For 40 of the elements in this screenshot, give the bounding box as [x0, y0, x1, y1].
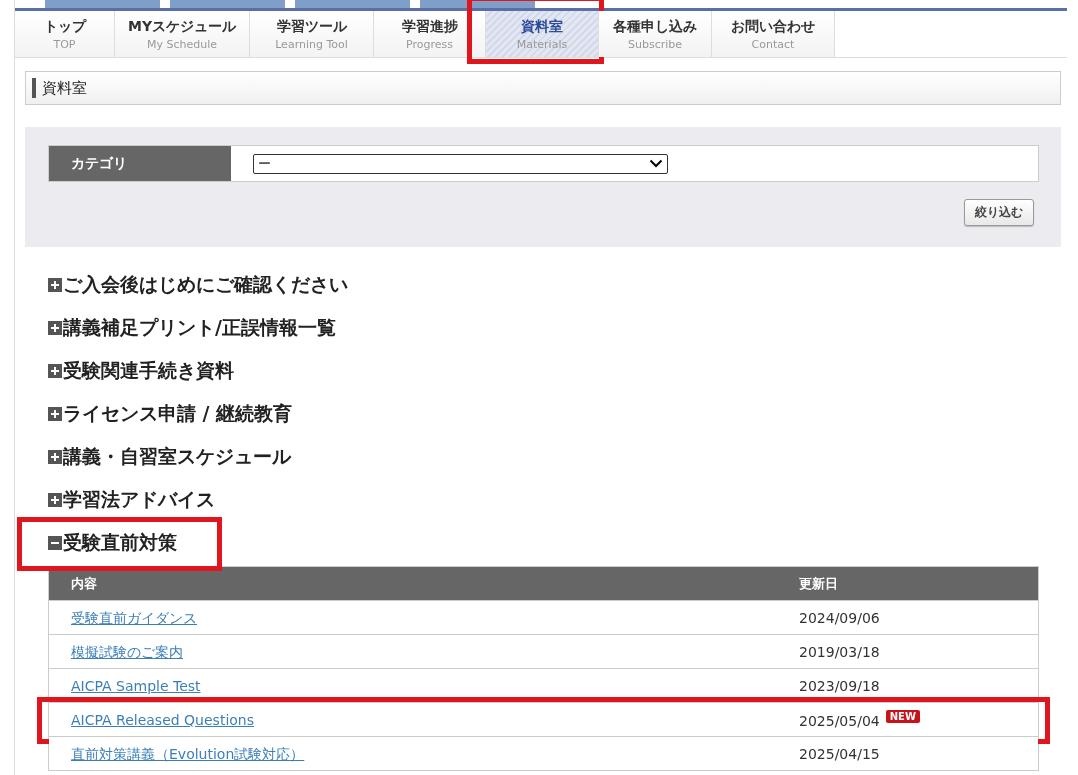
document-link[interactable]: AICPA Released Questions: [71, 712, 254, 728]
expand-icon[interactable]: [48, 492, 62, 507]
expand-icon[interactable]: [48, 320, 62, 335]
date-text: 2024/09/06: [799, 610, 880, 626]
column-header: 更新日: [799, 574, 839, 593]
filter-button[interactable]: 絞り込む: [964, 199, 1034, 226]
category-select[interactable]: ー: [253, 153, 668, 174]
section-heading[interactable]: 学習法アドバイス: [63, 486, 215, 513]
nav-tab[interactable]: 学習ツール Learning Tool: [250, 11, 374, 57]
section-heading[interactable]: 講義補足プリント/正誤情報一覧: [63, 314, 336, 341]
section-heading[interactable]: ご入会後はじめにご確認ください: [63, 271, 348, 298]
section-heading[interactable]: 受験関連手続き資料: [63, 357, 234, 384]
column-header: 内容: [70, 574, 98, 593]
section-heading[interactable]: ライセンス申請 / 継続教育: [63, 400, 293, 427]
document-link[interactable]: 模擬試験のご案内: [71, 643, 183, 660]
nav-tab[interactable]: トップ TOP: [15, 11, 115, 57]
chevron-down-icon: [649, 159, 663, 168]
nav-tab[interactable]: MYスケジュール My Schedule: [115, 11, 250, 57]
document-link[interactable]: 受験直前ガイダンス: [71, 609, 197, 626]
collapse-icon[interactable]: [48, 535, 62, 550]
date-text: 2025/04/15: [799, 746, 880, 762]
nav-tab[interactable]: 各種申し込み Subscribe: [599, 11, 712, 57]
expand-icon[interactable]: [48, 406, 62, 421]
expand-icon[interactable]: [48, 277, 62, 292]
document-link[interactable]: AICPA Sample Test: [71, 678, 201, 694]
document-link[interactable]: 直前対策講義（Evolution試験対応）: [71, 745, 305, 762]
section-heading[interactable]: 講義・自習室スケジュール: [63, 443, 291, 470]
expand-icon[interactable]: [48, 449, 62, 464]
new-badge: NEW: [885, 709, 920, 723]
date-text: 2019/03/18: [799, 644, 880, 660]
date-text: 2025/05/04: [799, 712, 880, 729]
section-heading[interactable]: 受験直前対策: [63, 529, 177, 556]
date-text: 2023/09/18: [799, 678, 880, 694]
nav-tab[interactable]: 学習進捗 Progress: [374, 11, 486, 57]
nav-tab[interactable]: 資料室 Materials: [486, 11, 599, 57]
category-label: カテゴリ: [49, 146, 231, 181]
page-title: 資料室: [42, 78, 87, 98]
nav-tab[interactable]: お問い合わせ Contact: [712, 11, 835, 57]
title-marker: [32, 78, 36, 98]
expand-icon[interactable]: [48, 363, 62, 378]
